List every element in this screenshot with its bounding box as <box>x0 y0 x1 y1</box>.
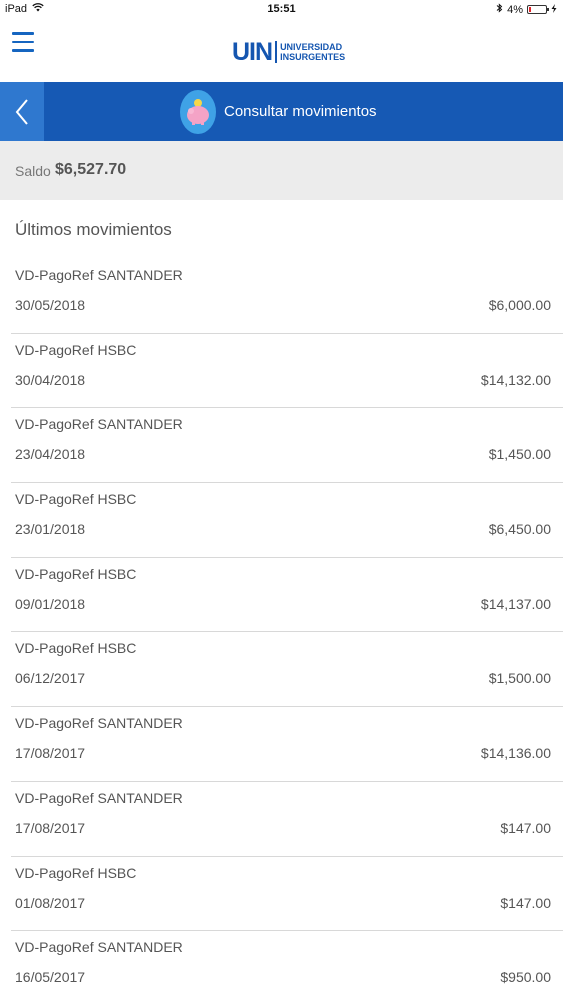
movements-list: VD-PagoRef SANTANDER 30/05/2018 $6,000.0… <box>11 259 563 1005</box>
movement-amount: $1,450.00 <box>488 446 551 463</box>
movement-amount: $6,450.00 <box>488 521 551 538</box>
movement-date: 30/04/2018 <box>15 371 86 388</box>
status-time: 15:51 <box>267 3 296 15</box>
movement-description: VD-PagoRef SANTANDER <box>15 416 183 433</box>
movement-date: 01/08/2017 <box>15 894 86 911</box>
list-item[interactable]: VD-PagoRef HSBC 01/08/2017 $147.00 <box>11 857 563 932</box>
movement-date: 06/12/2017 <box>15 670 86 687</box>
page-title: Consultar movimientos <box>224 103 377 120</box>
list-item[interactable]: VD-PagoRef HSBC 09/01/2018 $14,137.00 <box>11 558 563 633</box>
chevron-left-icon <box>15 99 28 125</box>
movement-amount: $950.00 <box>500 969 551 986</box>
piggy-bank-icon <box>180 90 216 134</box>
movement-date: 09/01/2018 <box>15 595 86 612</box>
menu-icon <box>12 32 34 35</box>
status-right: 4% <box>496 3 557 16</box>
movements-title: Últimos movimientos <box>15 220 172 239</box>
list-item[interactable]: VD-PagoRef SANTANDER 23/04/2018 $1,450.0… <box>11 408 563 484</box>
movement-date: 23/01/2018 <box>15 521 86 538</box>
movement-amount: $147.00 <box>500 819 551 836</box>
logo-line1: UNIVERSIDAD <box>280 42 343 52</box>
logo-words: UNIVERSIDAD INSURGENTES <box>280 42 345 62</box>
movement-date: 16/05/2017 <box>15 969 86 986</box>
movement-description: VD-PagoRef HSBC <box>15 864 137 881</box>
logo-line2: INSURGENTES <box>280 52 346 62</box>
movement-date: 17/08/2017 <box>15 819 86 836</box>
movement-description: VD-PagoRef SANTANDER <box>15 267 183 283</box>
balance-panel: Saldo $6,527.70 <box>0 141 563 200</box>
movement-date: 17/08/2017 <box>15 745 86 762</box>
movement-amount: $1,500.00 <box>488 670 551 687</box>
movement-description: VD-PagoRef SANTANDER <box>15 715 183 732</box>
movement-description: VD-PagoRef HSBC <box>15 491 137 508</box>
movement-amount: $147.00 <box>500 894 551 911</box>
balance-value: $6,527.70 <box>55 161 127 178</box>
movement-amount: $14,136.00 <box>480 745 551 762</box>
movement-description: VD-PagoRef SANTANDER <box>15 939 183 956</box>
status-bar: iPad 15:51 4% <box>0 0 563 20</box>
list-item[interactable]: VD-PagoRef SANTANDER 30/05/2018 $6,000.0… <box>11 259 563 334</box>
list-item[interactable]: VD-PagoRef HSBC 30/04/2018 $14,132.00 <box>11 334 563 409</box>
list-item[interactable]: VD-PagoRef SANTANDER 16/05/2017 $950.00 <box>11 931 563 1005</box>
battery-icon <box>527 5 549 14</box>
movement-amount: $14,132.00 <box>480 371 551 388</box>
hamburger-menu-button[interactable] <box>12 32 34 52</box>
charging-icon <box>551 3 557 16</box>
list-item[interactable]: VD-PagoRef HSBC 23/01/2018 $6,450.00 <box>11 483 563 558</box>
list-item[interactable]: VD-PagoRef SANTANDER 17/08/2017 $14,136.… <box>11 707 563 782</box>
movement-date: 30/05/2018 <box>15 297 86 313</box>
movement-description: VD-PagoRef HSBC <box>15 640 137 657</box>
movement-description: VD-PagoRef SANTANDER <box>15 789 183 806</box>
bluetooth-icon <box>496 3 503 16</box>
battery-percent: 4% <box>507 3 523 16</box>
app-header: UIN UNIVERSIDAD INSURGENTES <box>0 20 563 82</box>
movement-amount: $6,000.00 <box>488 297 551 313</box>
list-item[interactable]: VD-PagoRef SANTANDER 17/08/2017 $147.00 <box>11 782 563 857</box>
movement-description: VD-PagoRef HSBC <box>15 565 137 582</box>
balance-label: Saldo <box>15 163 51 179</box>
list-item[interactable]: VD-PagoRef HSBC 06/12/2017 $1,500.00 <box>11 632 563 708</box>
movement-date: 23/04/2018 <box>15 446 86 463</box>
logo-short: UIN <box>232 38 273 66</box>
movement-amount: $14,137.00 <box>480 595 551 612</box>
back-button[interactable] <box>0 82 44 141</box>
university-logo: UIN UNIVERSIDAD INSURGENTES <box>232 38 345 66</box>
title-bar: Consultar movimientos <box>0 82 563 141</box>
movement-description: VD-PagoRef HSBC <box>15 341 137 358</box>
